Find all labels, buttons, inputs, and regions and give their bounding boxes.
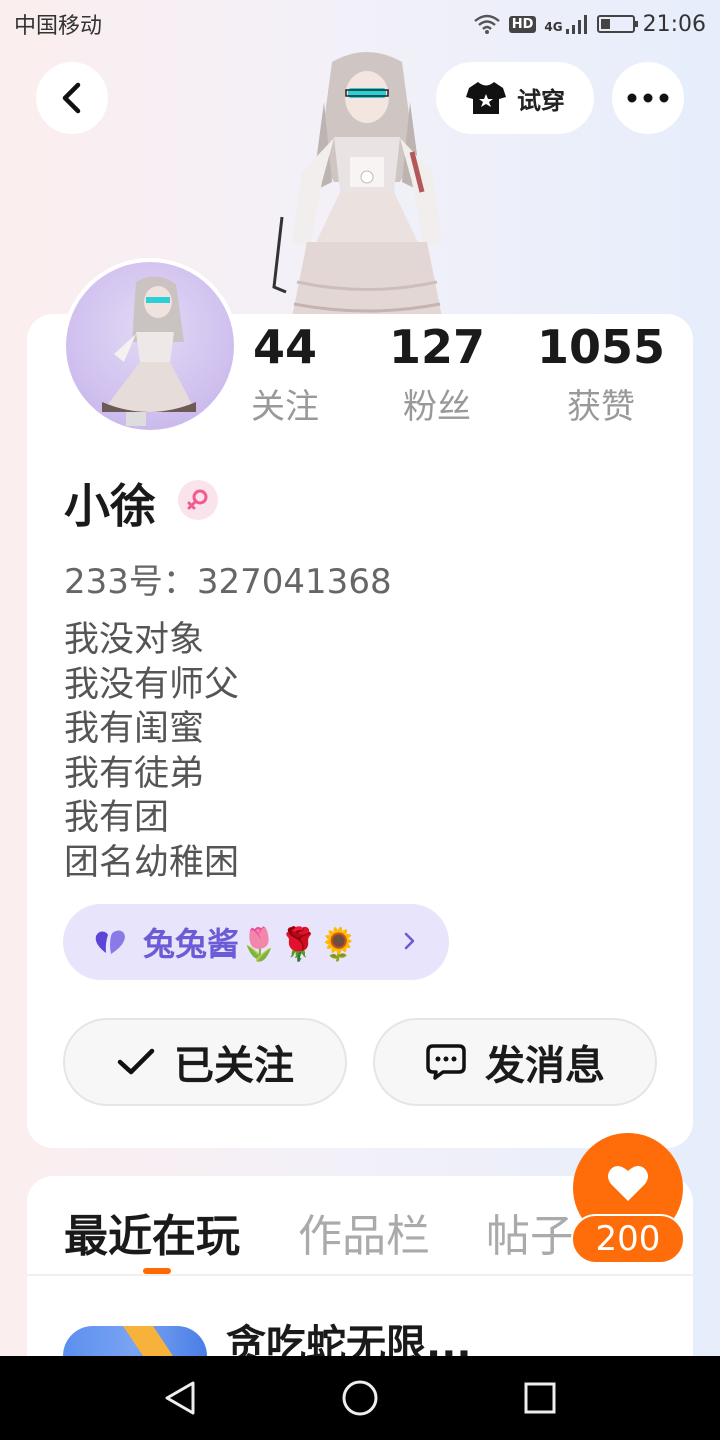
nav-home-button[interactable]: [310, 1356, 410, 1440]
system-nav-bar: [0, 1356, 720, 1440]
carrier-label: 中国移动: [14, 14, 103, 39]
tab-works[interactable]: 作品栏: [298, 1200, 430, 1264]
tab-posts[interactable]: 帖子: [486, 1200, 574, 1264]
stat-following[interactable]: 44 关注: [232, 318, 338, 438]
stat-fans[interactable]: 127 粉丝: [384, 318, 490, 438]
heart-pair-icon: [95, 930, 125, 954]
circle-home-icon: [342, 1380, 378, 1416]
stats-row: 44 关注 127 粉丝 1055 获赞: [232, 318, 692, 438]
gender-badge: [178, 480, 218, 520]
stat-likes[interactable]: 1055 获赞: [536, 318, 666, 438]
avatar[interactable]: [62, 258, 238, 434]
nav-back-button[interactable]: [130, 1356, 230, 1440]
bio-line: 团名幼稚困: [64, 842, 240, 883]
chevron-left-icon: [62, 82, 81, 114]
stat-fans-value: 127: [388, 320, 486, 374]
chevron-right-icon: [404, 932, 415, 950]
more-dots-icon: [627, 93, 669, 103]
bio: 我没对象 我没有师父 我有闺蜜 我有徒弟 我有团 团名幼稚困: [64, 618, 239, 885]
followed-label: 已关注: [174, 1043, 294, 1089]
status-icons: HD 4G 21:06: [473, 12, 706, 37]
check-icon: [117, 1048, 155, 1075]
back-button[interactable]: [36, 62, 108, 134]
like-count: 200: [571, 1214, 685, 1264]
relationship-tag-label: 兔兔酱🌷🌹🌻: [143, 925, 359, 963]
relationship-tag[interactable]: 兔兔酱🌷🌹🌻: [63, 904, 449, 980]
more-button[interactable]: [612, 62, 684, 134]
stat-likes-value: 1055: [536, 320, 666, 374]
message-button[interactable]: 发消息: [373, 1018, 657, 1106]
message-label: 发消息: [485, 1043, 605, 1089]
user-id: 233号：327041368: [64, 562, 392, 602]
signal-icon: [565, 15, 587, 34]
bio-line: 我没对象: [64, 620, 205, 660]
clock: 21:06: [642, 11, 706, 37]
tryon-label: 试穿: [517, 86, 565, 115]
bio-line: 我没有师父: [64, 664, 240, 705]
hd-badge: HD: [508, 15, 537, 33]
username: 小徐: [64, 479, 156, 533]
bio-line: 我有徒弟: [64, 753, 205, 794]
status-bar: 中国移动 HD 4G 21:06: [0, 0, 720, 48]
stat-following-value: 44: [252, 320, 317, 374]
heart-icon: [608, 1165, 648, 1201]
tab-recent[interactable]: 最近在玩: [64, 1200, 240, 1264]
battery-icon: [596, 15, 638, 33]
followed-button[interactable]: 已关注: [63, 1018, 347, 1106]
female-icon: [187, 489, 208, 510]
square-recents-icon: [524, 1382, 556, 1414]
wifi-icon: [473, 14, 500, 34]
avatar-figure: [102, 276, 196, 426]
stat-fans-label: 粉丝: [403, 387, 471, 427]
stat-following-label: 关注: [251, 387, 319, 427]
stat-likes-label: 获赞: [567, 387, 635, 427]
avatar-image: [66, 262, 234, 430]
bio-line: 我有闺蜜: [64, 709, 205, 749]
chat-bubble-icon: [426, 1044, 466, 1080]
nav-recents-button[interactable]: [490, 1356, 590, 1440]
tab-divider: [27, 1274, 693, 1276]
bio-line: 我有团: [64, 798, 170, 838]
character-figure[interactable]: [262, 42, 472, 317]
triangle-back-icon: [165, 1381, 195, 1415]
network-label: 4G: [544, 19, 563, 34]
